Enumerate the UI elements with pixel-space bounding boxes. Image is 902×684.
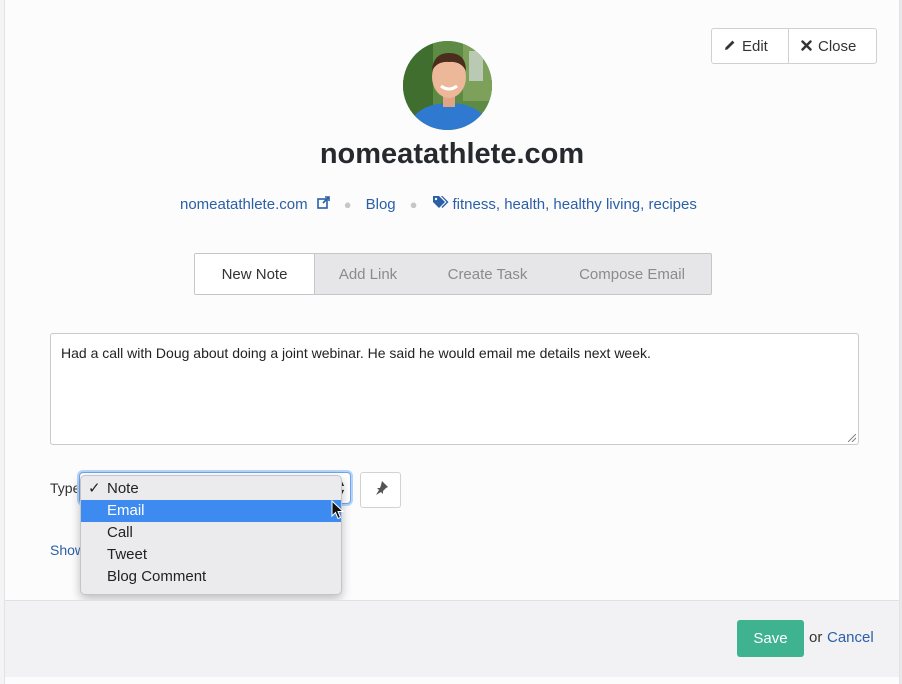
option-label: Email	[107, 502, 145, 519]
modal-footer: Save or Cancel	[5, 600, 899, 677]
option-label: Blog Comment	[107, 568, 207, 585]
option-label: Note	[107, 480, 139, 497]
tab-compose-email[interactable]: Compose Email	[554, 254, 710, 294]
checkmark-icon: ✓	[88, 480, 101, 497]
type-label: Type	[50, 480, 81, 496]
site-link[interactable]: nomeatathlete.com	[180, 196, 330, 213]
note-text: Had a call with Doug about doing a joint…	[61, 345, 651, 361]
note-textarea[interactable]: Had a call with Doug about doing a joint…	[50, 333, 859, 445]
contact-modal: Edit Close nomeatathlete.com nomeatathle…	[4, 0, 900, 684]
cancel-link[interactable]: Cancel	[827, 629, 874, 646]
option-label: Tweet	[107, 546, 148, 563]
action-tabs: New Note Add Link Create Task Compose Em…	[194, 253, 712, 295]
close-label: Close	[818, 37, 857, 55]
separator-dot: ●	[409, 196, 418, 212]
edit-button[interactable]: Edit	[711, 28, 789, 64]
option-label: Call	[107, 524, 133, 541]
mouse-cursor-icon	[331, 499, 345, 525]
avatar	[403, 41, 492, 130]
tag-link-healthy-living[interactable]: healthy living	[553, 196, 640, 213]
site-link-label: nomeatathlete.com	[180, 195, 308, 213]
option-call[interactable]: Call	[81, 522, 341, 544]
pin-button[interactable]	[360, 472, 401, 508]
tag-link-health[interactable]: health	[504, 196, 545, 213]
page-title: nomeatathlete.com	[319, 138, 585, 170]
option-blog-comment[interactable]: Blog Comment	[81, 566, 341, 588]
type-dropdown-menu: ✓ Note Email Call Tweet Blog Comment	[80, 475, 342, 595]
edit-label: Edit	[742, 37, 768, 55]
option-email[interactable]: Email	[81, 500, 341, 522]
pin-icon	[373, 480, 389, 501]
tab-new-note[interactable]: New Note	[195, 254, 315, 294]
tab-add-link[interactable]: Add Link	[315, 254, 421, 294]
save-button[interactable]: Save	[737, 620, 804, 657]
tag-icon	[432, 195, 449, 213]
header-actions: Edit Close	[711, 28, 877, 64]
contact-meta: nomeatathlete.com ● Blog ● fitness, heal…	[180, 195, 697, 213]
separator-dot: ●	[343, 196, 352, 212]
close-button[interactable]: Close	[789, 28, 877, 64]
external-link-icon	[316, 195, 330, 213]
category-link[interactable]: Blog	[366, 196, 396, 213]
or-text: or	[809, 629, 823, 646]
resize-handle[interactable]	[848, 434, 856, 442]
tab-create-task[interactable]: Create Task	[421, 254, 554, 294]
option-note[interactable]: ✓ Note	[81, 478, 341, 500]
close-icon	[801, 38, 812, 55]
pencil-icon	[724, 38, 736, 55]
option-tweet[interactable]: Tweet	[81, 544, 341, 566]
tag-link-fitness[interactable]: fitness	[453, 196, 496, 213]
tag-link-recipes[interactable]: recipes	[648, 196, 696, 213]
